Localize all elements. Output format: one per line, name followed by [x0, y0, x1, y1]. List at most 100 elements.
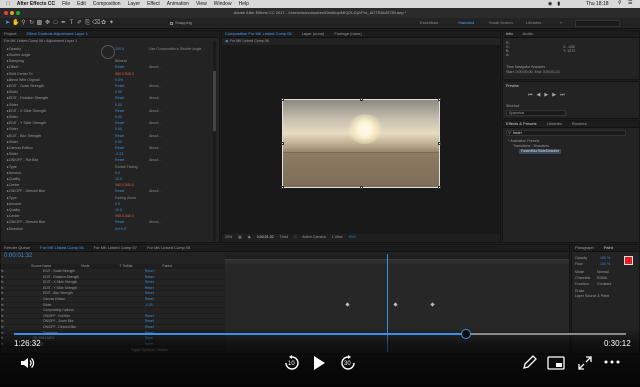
fx-icon[interactable]: fx — [1, 280, 15, 284]
snapping-toggle[interactable]: Snapping — [170, 21, 192, 25]
timeline-layer-row[interactable]: fx Compositing Options — [1, 308, 225, 314]
effect-property-value[interactable]: 0.0% — [115, 78, 123, 83]
effect-property-value[interactable]: Reset — [115, 221, 124, 225]
next-frame-icon[interactable]: ▶ — [552, 93, 556, 98]
help-search-input[interactable] — [575, 20, 620, 27]
effect-property-row[interactable]: ▸ Center 960.0,540.0 — [7, 183, 211, 188]
fx-icon[interactable]: fx — [1, 275, 15, 279]
effect-property-row[interactable]: ▸ Type Fading Zoom — [7, 196, 211, 201]
effect-property-row[interactable]: ▸ Shutter Angle — [7, 53, 211, 58]
pan-behind-tool-icon[interactable]: ✥ — [44, 20, 51, 27]
volume-icon[interactable] — [19, 355, 35, 371]
effect-property-row[interactable]: ▸ Type Rotate Fading — [7, 165, 211, 170]
effect-property-value[interactable]: 10.0 — [115, 208, 122, 213]
transform-handle[interactable] — [438, 186, 441, 189]
effect-property-row[interactable]: ▸ Amount 0.0 — [7, 171, 211, 176]
effect-property-row[interactable]: ▸ Slider 0.00 — [7, 140, 211, 145]
menu-composition[interactable]: Composition — [93, 1, 121, 7]
zoom-window-icon[interactable] — [16, 11, 20, 15]
menu-effect[interactable]: Effect — [147, 1, 160, 7]
effect-property-row[interactable]: ▸ ON/OFF - Directnl Blur Reset About... — [7, 190, 211, 195]
picture-in-picture-icon[interactable] — [547, 355, 565, 371]
effect-property-value[interactable]: 100.0 — [115, 47, 124, 52]
effect-property-row[interactable]: ▸ Blend With Original 0.0% — [7, 78, 211, 83]
effect-property-row[interactable]: ▸ Direction 0x+0.0° — [7, 227, 211, 232]
effect-property-row[interactable]: ▸ Quality 10.0 — [7, 208, 211, 213]
zoom-tool-icon[interactable]: ⚲ — [20, 20, 27, 27]
tab-comp-06[interactable]: For MK Linked Comp 06 — [40, 246, 83, 250]
effect-property-value[interactable]: 0.00 — [115, 128, 122, 132]
roto-brush-tool-icon[interactable]: ✿ — [100, 20, 107, 27]
tab-brushes[interactable]: Brushes — [572, 122, 587, 126]
effect-property-row[interactable]: ▸ Opacity 100.0 Use Composition's Shutter … — [7, 47, 211, 52]
timeline-layer-value[interactable]: -0.23 — [145, 303, 153, 307]
first-frame-icon[interactable]: ⏮ — [528, 93, 533, 98]
effect-property-row[interactable]: ▸ Canvas Edition Reset About... — [7, 146, 211, 151]
fx-icon[interactable]: fx — [1, 286, 15, 290]
timeline-layer-row[interactable]: fx Canvas Edition Reset — [1, 297, 225, 303]
workspace-essentials[interactable]: Essentials — [420, 21, 438, 25]
timeline-layer-row[interactable]: fx EDIT - X Slide Strength Reset — [1, 280, 225, 286]
effect-property-value[interactable]: 0.00 — [115, 140, 122, 145]
menu-view[interactable]: View — [196, 1, 207, 7]
more-options-icon[interactable] — [604, 357, 620, 367]
brush-tool-icon[interactable]: ✐ — [76, 20, 83, 27]
effect-property-value[interactable]: Reset — [115, 97, 124, 101]
effect-property-value[interactable]: Reset — [115, 84, 124, 89]
effect-property-row[interactable]: ▸ ON/OFF - Directnl Blur Reset About... — [7, 221, 211, 226]
effect-property-row[interactable]: ▸ Offset Reset About... — [7, 66, 211, 71]
menu-layer[interactable]: Layer — [128, 1, 141, 7]
timeline-layer-value[interactable]: Reset — [145, 297, 154, 301]
list-icon[interactable]: ☰ — [628, 1, 632, 6]
transform-handle[interactable] — [281, 186, 284, 189]
effect-property-row[interactable]: ▸ Slider 0.00 — [7, 128, 211, 133]
effect-property-row[interactable]: ▸ Slider -0.23 — [7, 152, 211, 157]
effect-property-row[interactable]: ▸ EDIT - Blur Strength Reset About... — [7, 134, 211, 139]
effect-property-row[interactable]: ▸ EDIT - Y Slide Strength Reset About... — [7, 121, 211, 126]
col-parent[interactable]: Parent — [162, 264, 172, 268]
timeline-layer-row[interactable]: fx EDIT - Rotation Strength Reset — [1, 275, 225, 281]
col-mode[interactable]: Mode — [81, 264, 89, 268]
effect-property-row[interactable]: ▸ Slider 0.00 — [7, 103, 211, 108]
timeline-layer-value[interactable]: Reset — [145, 280, 154, 284]
playback-progress-bar[interactable] — [14, 328, 626, 339]
fx-icon[interactable]: fx — [1, 303, 15, 307]
fx-icon[interactable]: fx — [1, 297, 15, 301]
timeline-layer-value[interactable]: Reset — [145, 275, 154, 279]
effect-property-extra[interactable]: About... — [149, 121, 161, 126]
paint-erase-value[interactable]: Layer Source & Paint — [575, 294, 609, 299]
effect-controls-scrollbar[interactable] — [213, 41, 216, 241]
tab-paint[interactable]: Paint — [604, 246, 613, 250]
effect-property-row[interactable]: ▸ Slider 0.00 — [7, 115, 211, 120]
effect-property-value[interactable]: 10.0 — [115, 177, 122, 182]
tab-render-queue[interactable]: Render Queue — [4, 246, 30, 250]
transform-handle[interactable] — [360, 98, 363, 101]
effect-property-extra[interactable]: About... — [149, 159, 161, 163]
viewer-timecode[interactable]: 0;00;01;32 — [257, 236, 274, 240]
hand-tool-icon[interactable]: ✋ — [12, 20, 19, 27]
fx-icon[interactable]: fx — [1, 269, 15, 273]
playback-scrubber-knob[interactable] — [461, 328, 472, 339]
play-icon[interactable] — [312, 355, 326, 371]
timeline-layer-row[interactable]: fx ON/OFF - Rot Blur Reset — [1, 314, 225, 320]
tab-effect-controls[interactable]: Effect Controls Adjustment Layer 1 — [26, 32, 88, 36]
timeline-layer-value[interactable]: Reset — [145, 269, 154, 273]
effect-property-value[interactable]: Reset — [115, 159, 124, 163]
effect-property-row[interactable]: ▸ EDIT - Rotation Strength Reset About... — [7, 97, 211, 102]
tab-effects-presets[interactable]: Effects & Presets — [506, 122, 537, 126]
zoom-dropdown[interactable]: 25% — [225, 236, 232, 240]
timeline-layer-value[interactable]: Reset — [145, 292, 154, 296]
workspace-small-screen[interactable]: Small Screen — [489, 21, 513, 25]
tab-comp-07[interactable]: For MK Linked Comp 07 — [94, 246, 137, 250]
effect-property-row[interactable]: ▸ Slider 0.00 — [7, 90, 211, 95]
app-menu[interactable]: After Effects CC — [17, 1, 55, 7]
effect-property-value[interactable]: Reset — [115, 66, 124, 70]
search-icon[interactable]: ⚲ — [618, 1, 622, 6]
effect-property-row[interactable]: ▸ ON/OFF - Rot Blur Reset About... — [7, 159, 211, 164]
effect-property-value[interactable]: 960.0,540.0 — [115, 72, 134, 77]
fx-icon[interactable]: fx — [1, 320, 15, 324]
tab-audio[interactable]: Audio — [523, 32, 533, 36]
workspace-standard[interactable]: Standard — [458, 21, 474, 25]
effect-property-extra[interactable]: Rotate Fading — [115, 165, 138, 170]
tree-preset-item[interactable]: FasterBlurSlideDissolve — [519, 149, 562, 154]
